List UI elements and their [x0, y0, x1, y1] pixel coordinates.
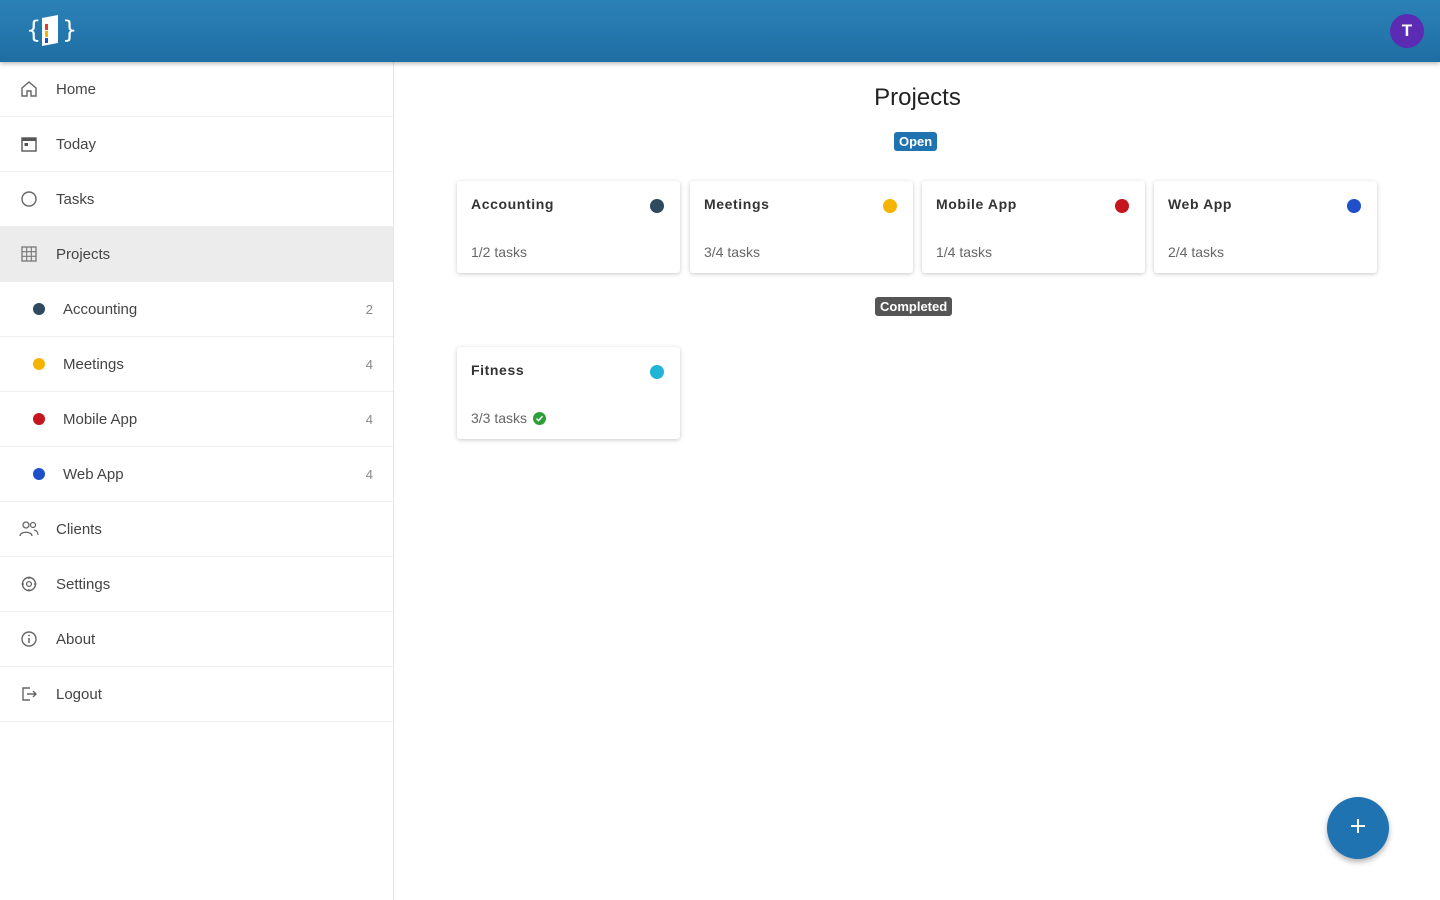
sidebar-project-accounting[interactable]: Accounting 2 [0, 282, 393, 337]
page-title: Projects [874, 84, 961, 111]
project-color-dot [883, 199, 897, 213]
project-task-count: 2 [365, 301, 373, 317]
project-task-progress: 3/3 tasks [471, 410, 528, 426]
sidebar-item-label: Logout [56, 685, 102, 703]
sidebar-item-today[interactable]: Today [0, 117, 393, 172]
svg-text:{: { [26, 16, 41, 44]
logout-icon [18, 683, 40, 705]
project-task-progress-row: 3/3 tasks [471, 410, 547, 426]
user-avatar[interactable]: T [1390, 14, 1424, 48]
sidebar-project-mobile-app[interactable]: Mobile App 4 [0, 392, 393, 447]
project-color-dot [33, 358, 45, 370]
project-label: Meetings [63, 355, 124, 373]
add-project-button[interactable] [1327, 797, 1389, 859]
project-card-accounting[interactable]: Accounting 1/2 tasks [457, 181, 680, 273]
sidebar-item-clients[interactable]: Clients [0, 502, 393, 557]
sidebar-item-home[interactable]: Home [0, 62, 393, 117]
project-color-dot [650, 199, 664, 213]
sidebar-item-logout[interactable]: Logout [0, 667, 393, 722]
project-color-dot [33, 303, 45, 315]
project-color-dot [650, 365, 664, 379]
sidebar-item-label: Today [56, 135, 97, 153]
project-card-title: Mobile App [936, 196, 1017, 212]
project-task-count: 4 [365, 356, 373, 372]
project-card-fitness[interactable]: Fitness 3/3 tasks [457, 347, 680, 439]
sidebar-item-label: Projects [56, 245, 111, 263]
svg-text:}: } [62, 16, 76, 44]
info-icon [18, 628, 40, 650]
completed-section-chip: Completed [875, 297, 953, 316]
project-label: Web App [63, 465, 124, 483]
sidebar-item-label: Home [56, 80, 97, 98]
project-color-dot [33, 468, 45, 480]
sidebar-item-tasks[interactable]: Tasks [0, 172, 393, 227]
calendar-today-icon [18, 133, 40, 155]
people-icon [18, 518, 40, 540]
project-task-progress: 2/4 tasks [1168, 244, 1225, 260]
sidebar: Home Today Tasks Projects Accounting 2 M… [0, 62, 394, 900]
project-card-title: Fitness [471, 362, 525, 378]
project-label: Accounting [63, 300, 138, 318]
sidebar-project-meetings[interactable]: Meetings 4 [0, 337, 393, 392]
project-card-mobile-app[interactable]: Mobile App 1/4 tasks [922, 181, 1145, 273]
sidebar-item-about[interactable]: About [0, 612, 393, 667]
project-card-web-app[interactable]: Web App 2/4 tasks [1154, 181, 1377, 273]
sidebar-item-label: About [56, 630, 96, 648]
settings-icon [18, 573, 40, 595]
project-color-dot [1115, 199, 1129, 213]
project-task-count: 4 [365, 466, 373, 482]
sidebar-item-label: Clients [56, 520, 102, 538]
project-task-progress: 1/2 tasks [471, 244, 528, 260]
project-card-title: Accounting [471, 196, 554, 212]
sidebar-item-settings[interactable]: Settings [0, 557, 393, 612]
sidebar-project-web-app[interactable]: Web App 4 [0, 447, 393, 502]
open-section-chip: Open [894, 132, 938, 151]
sidebar-item-projects[interactable]: Projects [0, 227, 393, 282]
grid-icon [18, 243, 40, 265]
main-content: Projects Open Accounting 1/2 tasks Meeti… [395, 62, 1440, 900]
sidebar-item-label: Settings [56, 575, 111, 593]
project-color-dot [33, 413, 45, 425]
project-card-meetings[interactable]: Meetings 3/4 tasks [690, 181, 913, 273]
home-icon [18, 78, 40, 100]
sidebar-item-label: Tasks [56, 190, 95, 208]
project-label: Mobile App [63, 410, 138, 428]
app-logo[interactable]: { } [24, 10, 77, 50]
check-circle-icon [533, 411, 547, 425]
project-color-dot [1347, 199, 1361, 213]
project-task-progress: 1/4 tasks [936, 244, 993, 260]
plus-icon [1348, 816, 1368, 841]
app-header: { } T [0, 0, 1440, 62]
project-card-title: Meetings [704, 196, 770, 212]
project-task-count: 4 [365, 411, 373, 427]
circle-icon [18, 188, 40, 210]
project-card-title: Web App [1168, 196, 1233, 212]
project-task-progress: 3/4 tasks [704, 244, 761, 260]
